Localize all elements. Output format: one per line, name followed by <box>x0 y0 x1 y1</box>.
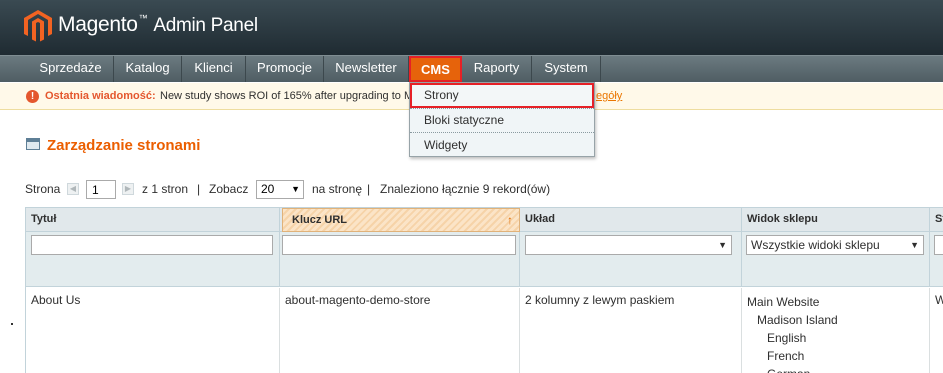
cell-url-key: about-magento-demo-store <box>280 288 520 373</box>
pager-page-label: Strona <box>25 182 61 196</box>
grid-header-row: Tytuł Klucz URL ↑ Układ Widok sklepu St <box>26 207 943 232</box>
column-header-layout[interactable]: Układ <box>520 208 742 232</box>
filter-cell-url-key <box>280 232 520 287</box>
records-found-text: Znaleziono łącznie 9 rekord(ów) <box>380 182 551 196</box>
nav-item-klienci[interactable]: Klienci <box>182 56 246 82</box>
nav-item-sprzedaze[interactable]: Sprzedaże <box>28 56 114 82</box>
filter-layout-select[interactable]: ▼ <box>525 235 732 255</box>
notification-details-link[interactable]: egóły <box>596 90 622 102</box>
notification-text: New study shows ROI of 165% after upgrad… <box>160 90 414 102</box>
pager-view-label: Zobacz <box>209 182 249 196</box>
table-row[interactable]: About Us about-magento-demo-store 2 kolu… <box>26 288 943 373</box>
store-view-english: English <box>767 331 807 345</box>
pager-separator: | <box>367 182 371 196</box>
nav-item-promocje[interactable]: Promocje <box>246 56 324 82</box>
nav-item-raporty[interactable]: Raporty <box>462 56 532 82</box>
column-header-store-view[interactable]: Widok sklepu <box>742 208 930 232</box>
column-header-status[interactable]: St <box>930 208 943 232</box>
page-title: Zarządzanie stronami <box>47 137 201 154</box>
grid-filter-row: ▼ Wszystkie widoki sklepu ▼ <box>26 232 943 287</box>
menu-item-strony[interactable]: Strony <box>410 83 594 108</box>
sort-ascending-icon: ↑ <box>507 213 513 227</box>
chevron-down-icon: ▼ <box>718 240 727 250</box>
prev-page-icon[interactable]: ◀ <box>67 183 79 195</box>
pager-separator: | <box>197 182 201 196</box>
nav-item-cms[interactable]: CMS <box>409 56 462 82</box>
logo-subtitle: Admin Panel <box>153 15 258 36</box>
filter-status-select[interactable] <box>934 235 943 255</box>
chevron-down-icon: ▼ <box>291 184 300 194</box>
filter-cell-title <box>26 232 280 287</box>
filter-cell-layout: ▼ <box>520 232 742 287</box>
logo-trademark: ™ <box>138 13 148 23</box>
filter-store-view-select[interactable]: Wszystkie widoki sklepu ▼ <box>746 235 924 255</box>
nav-item-katalog[interactable]: Katalog <box>114 56 182 82</box>
app-header: Magento™ Admin Panel <box>0 0 943 55</box>
app-logo-text: Magento™ Admin Panel <box>58 13 258 37</box>
per-page-value: 20 <box>261 182 275 196</box>
notification-label: Ostatnia wiadomość: <box>45 90 156 102</box>
column-header-url-key[interactable]: Klucz URL ↑ <box>282 208 520 232</box>
cell-layout: 2 kolumny z lewym paskiem <box>520 288 742 373</box>
column-header-title[interactable]: Tytuł <box>26 208 280 232</box>
nav-item-system[interactable]: System <box>532 56 601 82</box>
cell-status: W <box>930 288 943 373</box>
alert-icon: ! <box>26 90 39 103</box>
menu-item-widgety[interactable]: Widgety <box>410 133 594 158</box>
page-edge-dot <box>11 323 13 325</box>
per-page-select[interactable]: 20 ▼ <box>256 180 304 199</box>
filter-store-view-value: Wszystkie widoki sklepu <box>751 238 880 252</box>
next-page-icon[interactable]: ▶ <box>122 183 134 195</box>
pager-total-pages: z 1 stron <box>142 182 189 196</box>
store-view-german: German <box>747 365 929 373</box>
main-navigation: Sprzedaże Katalog Klienci Promocje Newsl… <box>0 55 943 82</box>
filter-cell-store-view: Wszystkie widoki sklepu ▼ <box>742 232 930 287</box>
filter-cell-status <box>930 232 943 287</box>
nav-item-newsletter[interactable]: Newsletter <box>324 56 409 82</box>
grid-icon <box>26 138 40 150</box>
column-header-url-key-label: Klucz URL <box>292 214 347 226</box>
magento-logo-icon <box>24 10 52 42</box>
cms-dropdown-menu: Strony Bloki statyczne Widgety <box>409 82 595 157</box>
logo-name: Magento <box>58 13 138 36</box>
chevron-down-icon: ▼ <box>910 240 919 250</box>
cell-title: About Us <box>26 288 280 373</box>
pages-grid: Tytuł Klucz URL ↑ Układ Widok sklepu St ▼… <box>25 207 943 373</box>
filter-url-key-input[interactable] <box>282 235 516 255</box>
filter-title-input[interactable] <box>31 235 273 255</box>
pager-per-page-suffix: na stronę <box>312 182 363 196</box>
cell-store-view: Main Website Madison Island English Fren… <box>742 288 930 373</box>
store-view-french: French <box>767 349 805 363</box>
menu-item-bloki-statyczne[interactable]: Bloki statyczne <box>410 108 594 133</box>
store-view-store: Madison Island <box>757 313 838 327</box>
page-number-input[interactable] <box>86 180 116 199</box>
store-view-website: Main Website <box>747 295 820 309</box>
